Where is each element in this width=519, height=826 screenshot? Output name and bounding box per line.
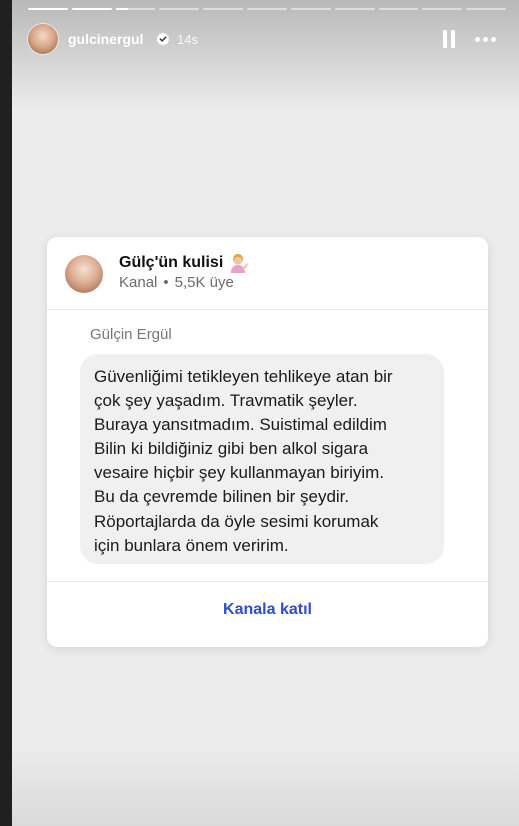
channel-card: Gülç'ün kulisi Kanal • 5,5K üye Gülçin Erg… xyxy=(47,237,488,647)
story-time: 14s xyxy=(177,32,198,47)
join-channel-button[interactable]: Kanala katıl xyxy=(47,601,488,619)
meta-separator: • xyxy=(163,274,169,291)
progress-segment xyxy=(422,8,463,10)
progress-fill xyxy=(115,8,128,10)
divider xyxy=(47,309,488,310)
channel-type: Kanal xyxy=(119,274,158,291)
channel-meta: Kanal • 5,5K üye xyxy=(119,274,234,291)
person-tipping-hand-emoji-icon xyxy=(227,252,249,274)
progress-segment xyxy=(290,8,331,10)
progress-segment xyxy=(28,8,68,10)
divider xyxy=(47,581,488,582)
progress-segment xyxy=(203,8,244,10)
message-line: için bunlara önem veririm. xyxy=(94,535,289,555)
message-line: Güvenliğimi tetikleyen tehlikeye atan bi… xyxy=(94,367,393,386)
profile-avatar[interactable] xyxy=(28,24,58,54)
progress-segment xyxy=(247,8,287,10)
more-options-icon[interactable] xyxy=(475,37,497,42)
message-line: çok şey yaşadım. Travmatik şeyler. xyxy=(94,391,358,411)
message-line: Röportajlarda da öyle sesimi korumak xyxy=(94,511,379,531)
progress-segment xyxy=(115,8,156,10)
message-line: Bu da çevremde bilinen bir şeydir. xyxy=(94,487,350,507)
top-shade xyxy=(12,0,519,110)
message-line: vesaire hiçbir şey kullanmayan biriyim. xyxy=(94,463,385,483)
story-header: gulcinergul 14s xyxy=(28,24,506,54)
progress-segment xyxy=(334,8,375,10)
username[interactable]: gulcinergul xyxy=(68,31,143,47)
message-text: Güvenliğimi tetikleyen tehlikeye atan bi… xyxy=(94,365,439,558)
story-progress-bar xyxy=(28,8,506,10)
story-viewer[interactable]: gulcinergul 14s Gülç'ün kulisi Kanal • 5… xyxy=(12,0,519,826)
progress-segment xyxy=(466,8,506,10)
pause-icon[interactable] xyxy=(442,30,456,48)
progress-segment xyxy=(159,8,200,10)
progress-fill xyxy=(28,8,68,10)
left-edge-strip xyxy=(0,0,12,826)
message-bubble: Güvenliğimi tetikleyen tehlikeye atan bi… xyxy=(80,354,444,564)
progress-segment xyxy=(71,8,112,10)
message-sender: Gülçin Ergül xyxy=(90,326,172,343)
message-line: Bilin ki bildiğiniz gibi ben alkol sigar… xyxy=(94,439,369,459)
bottom-shade xyxy=(12,746,519,826)
verified-badge-icon xyxy=(156,32,170,46)
message-line: Buraya yansıtmadım. Suistimal edildim xyxy=(94,415,387,435)
channel-avatar xyxy=(65,255,103,293)
progress-segment xyxy=(378,8,419,10)
member-count: 5,5K üye xyxy=(174,274,234,291)
channel-name: Gülç'ün kulisi xyxy=(119,254,224,271)
progress-fill xyxy=(71,8,112,10)
